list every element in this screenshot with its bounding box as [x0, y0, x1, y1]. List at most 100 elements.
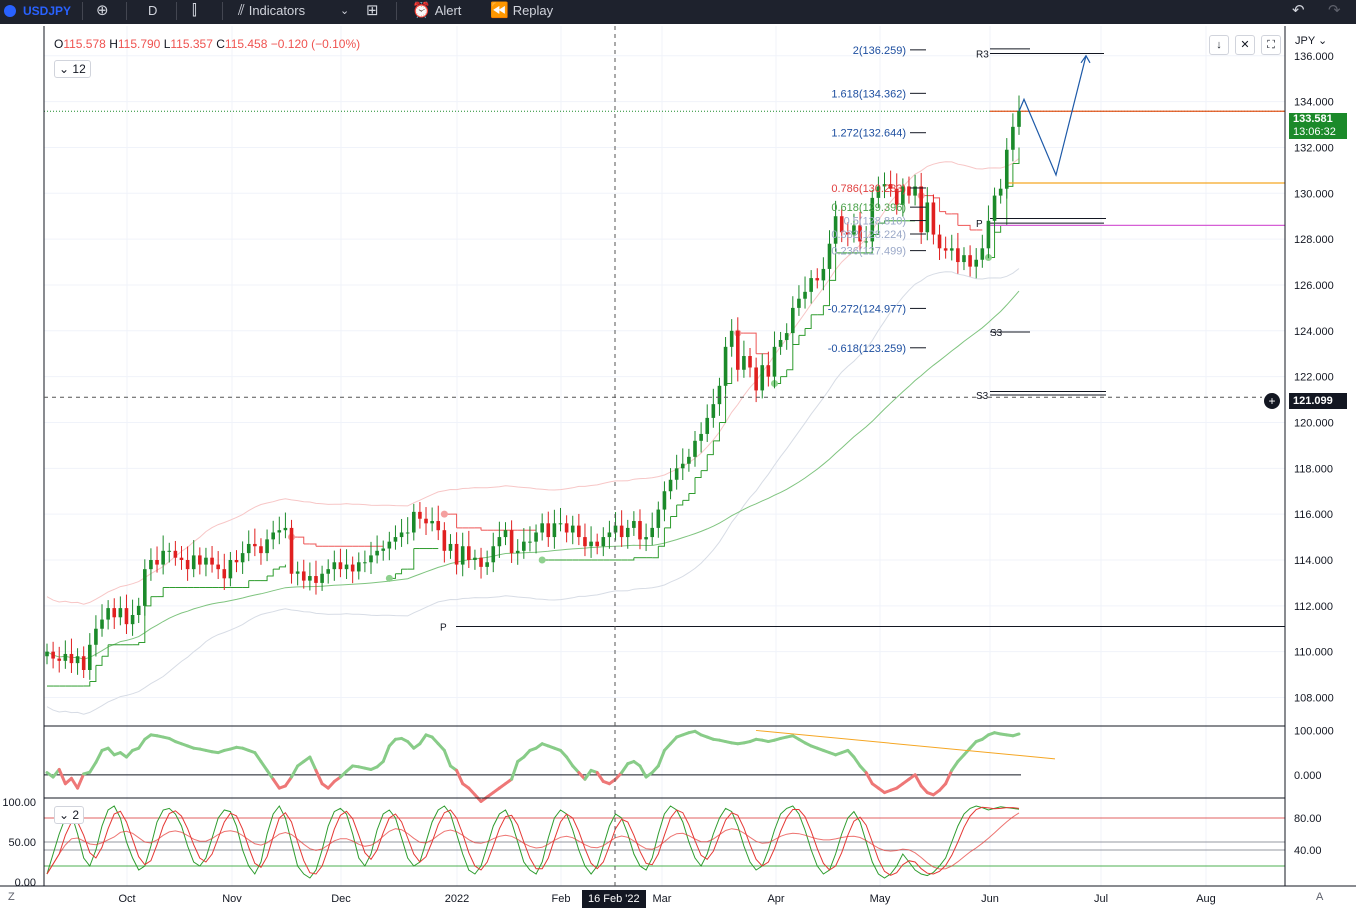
auto-scale-label: A	[1316, 891, 1324, 903]
stop-flip-dot	[440, 510, 448, 518]
crosshair-price-tag: 121.099	[1289, 393, 1347, 409]
high-value: 115.790	[117, 37, 161, 51]
osc-segment	[76, 772, 86, 790]
candle-body	[442, 530, 447, 551]
fib-extension[interactable]: 2(136.259) 1.618(134.362) 1.272(132.644) 0.…	[828, 45, 1091, 355]
fib-level-label: 2(136.259)	[853, 45, 906, 57]
scroll-down-button[interactable]: ↓	[1209, 35, 1229, 55]
high-key: H	[109, 37, 118, 51]
trailing-stop-segment	[297, 536, 305, 544]
trailing-stop-segment	[994, 225, 1002, 233]
candle-body	[381, 548, 386, 551]
x-tick-label: May	[870, 893, 891, 905]
replay-button[interactable]: ⏪ Replay	[490, 0, 553, 22]
candle-body	[919, 186, 923, 233]
candle-body	[540, 523, 544, 533]
last-price: 133.581	[1293, 113, 1333, 125]
last-price-tag: 133.581 13:06:32	[1289, 113, 1347, 139]
close-pane-button[interactable]: ✕	[1235, 35, 1255, 55]
rewind-icon: ⏪	[490, 2, 509, 19]
osc-segment	[1011, 732, 1021, 738]
trailing-stop-segment	[798, 328, 806, 336]
zoom-button[interactable]: Z	[8, 891, 15, 903]
candle-body	[94, 628, 98, 645]
templates-button[interactable]: ⌄	[340, 0, 349, 22]
candle-body	[100, 619, 104, 629]
candle-body	[803, 291, 807, 299]
currency-selector[interactable]: JPY ⌄	[1295, 34, 1327, 47]
y-tick-label: 108.000	[1294, 692, 1334, 704]
layout-button[interactable]: ⊞	[366, 0, 379, 22]
stoch-left-tick-label: 0.00	[15, 877, 36, 889]
redo-button[interactable]: ↷	[1328, 0, 1341, 22]
candle-body	[69, 653, 74, 664]
candle-body	[552, 523, 557, 538]
pivot-label: P	[976, 219, 983, 230]
add-alert-button[interactable]: +	[1264, 393, 1280, 409]
symbol-selector[interactable]: USDJPY	[4, 0, 71, 22]
pivot-label: R3	[976, 50, 989, 61]
osc-segment	[253, 751, 263, 763]
osc-segment	[94, 748, 104, 764]
grid-lines	[44, 26, 1285, 886]
candle-body	[925, 202, 930, 233]
y-tick-label: 120.000	[1294, 417, 1334, 429]
osc-segment	[510, 760, 520, 781]
osc-segment	[913, 773, 923, 788]
candle-body	[668, 479, 673, 492]
interval-label: D	[148, 3, 158, 18]
candle-body	[809, 278, 813, 292]
stochastic-toggle[interactable]: ⌄ 2	[54, 806, 85, 824]
candle-body	[240, 553, 245, 563]
candle-body	[143, 569, 147, 606]
candle-body	[589, 541, 593, 547]
candle-body	[515, 550, 520, 554]
osc-y-tick-label: 0.000	[1294, 770, 1322, 782]
interval-button[interactable]: D	[148, 0, 157, 22]
toolbar-divider	[176, 2, 177, 20]
candle-body	[766, 365, 771, 377]
candle-body	[1004, 149, 1009, 189]
chart-type-button[interactable]: ⫿	[192, 0, 197, 22]
candle-body	[222, 569, 227, 579]
candle-body	[136, 605, 141, 615]
osc-segment	[381, 744, 391, 763]
candle-body	[246, 543, 251, 554]
close-icon: ✕	[1240, 39, 1250, 51]
candle-body	[454, 543, 459, 565]
top-toolbar: USDJPY ⊕ D ⫿ ⫽ Indicators ⌄ ⊞ ⏰ Alert ⏪ …	[0, 0, 1356, 24]
trailing-stop-segment	[627, 557, 635, 561]
grid-icon: ⊞	[366, 2, 379, 19]
undo-button[interactable]: ↶	[1292, 0, 1305, 22]
auto-scale-button[interactable]: A	[1316, 891, 1323, 903]
candle-body	[253, 543, 257, 547]
x-tick-label: Aug	[1196, 893, 1216, 905]
symbol-name: USDJPY	[23, 4, 72, 18]
trailing-stop-segment	[786, 344, 794, 371]
candle-body	[210, 557, 214, 565]
candle-body	[320, 573, 324, 583]
toolbar-divider	[82, 2, 83, 20]
candle-body	[937, 234, 942, 249]
indicators-icon: ⫽	[238, 2, 245, 19]
candle-body	[198, 555, 202, 565]
trailing-stop-segment	[750, 332, 757, 354]
candle-body	[772, 346, 777, 377]
alert-button[interactable]: ⏰ Alert	[412, 0, 461, 22]
candle-body	[106, 608, 110, 620]
indicators-toggle[interactable]: ⌄ 12	[54, 60, 91, 78]
osc-segment	[88, 760, 98, 774]
plus-circle-icon: ⊕	[96, 2, 109, 19]
osc-segment	[852, 755, 862, 768]
maximize-button[interactable]: ⛶	[1261, 35, 1281, 55]
compare-symbol-button[interactable]: ⊕	[96, 0, 109, 22]
candle-body	[509, 530, 514, 554]
stoch-right-tick-label: 40.00	[1294, 845, 1322, 857]
candle-body	[173, 550, 178, 558]
candle-body	[943, 248, 948, 251]
candle-body	[815, 278, 820, 281]
candle-body	[369, 555, 373, 563]
osc-segment	[418, 733, 428, 746]
chart-canvas[interactable]: R3 P S3 S3 P 2(136.259) 1.618(134.362) 1.272(1…	[0, 24, 1356, 915]
indicators-button[interactable]: ⫽ Indicators	[238, 0, 305, 22]
